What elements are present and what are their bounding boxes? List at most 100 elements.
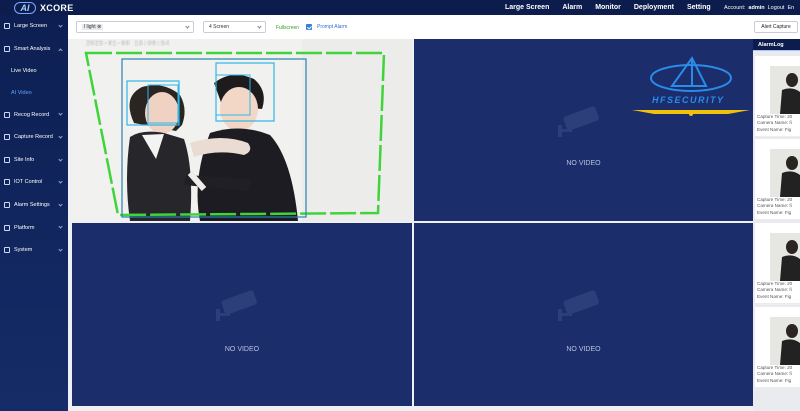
nav-setting[interactable]: Setting <box>687 4 711 11</box>
alarm-log-title: AlarmLog <box>753 39 800 51</box>
top-bar: AI XCORE Large Screen Alarm Monitor Depl… <box>0 0 800 15</box>
alarm-card-meta: Capture Time: 20 Camera Name: fi Event Nam… <box>757 281 792 300</box>
logout-link[interactable]: Logout <box>768 5 785 11</box>
video-toolbar: l light ⊗ 4 Screen Fullscreen Prompt Ala… <box>68 15 800 39</box>
top-nav: Large Screen Alarm Monitor Deployment Se… <box>505 0 724 15</box>
checkbox-icon <box>306 24 312 30</box>
record-icon <box>4 111 10 118</box>
chevron-down-icon <box>58 23 63 28</box>
alarm-card[interactable]: Capture Time: 20 Camera Name: fi Event Nam… <box>755 223 800 303</box>
iot-icon <box>4 179 10 186</box>
chevron-down-icon <box>58 156 63 162</box>
brand-watermark: HFSECURITY <box>632 56 750 118</box>
alarm-card-meta: Capture Time: 20 Camera Name: fi Event Nam… <box>757 365 792 384</box>
event-name: Event Name: Fig <box>757 209 792 215</box>
chevron-down-icon <box>58 224 63 229</box>
chevron-down-icon <box>58 111 63 116</box>
camera-name: Camera Name: fi <box>757 371 792 377</box>
sidebar-item-platform[interactable]: Platform <box>0 216 68 239</box>
sidebar-item-label: Capture Record <box>14 134 53 141</box>
chevron-down-icon <box>257 24 262 29</box>
sidebar: Large Screen Smart Analysis Live Video A… <box>0 15 68 411</box>
app-logo[interactable]: AI XCORE <box>0 1 120 14</box>
camera-name: Camera Name: fi <box>757 287 792 293</box>
camera-select[interactable]: l light ⊗ <box>76 21 194 33</box>
video-frame <box>72 39 412 221</box>
sidebar-item-label: Recog Record <box>14 111 50 118</box>
nav-deployment[interactable]: Deployment <box>634 4 674 11</box>
account-user[interactable]: admin <box>748 5 764 11</box>
alarm-icon <box>4 202 10 209</box>
sidebar-item-large-screen[interactable]: Large Screen <box>0 15 68 38</box>
platform-icon <box>4 224 10 231</box>
sidebar-item-smart-analysis[interactable]: Smart Analysis <box>0 38 68 61</box>
nav-large-screen[interactable]: Large Screen <box>505 4 549 11</box>
sidebar-item-capture-record[interactable]: Capture Record <box>0 126 68 149</box>
sidebar-item-alarm-settings[interactable]: Alarm Settings <box>0 194 68 217</box>
sidebar-item-label: Large Screen <box>14 23 48 30</box>
prompt-alarm-label: Prompt Alarm <box>317 24 348 30</box>
alarm-card-meta: Capture Time: 20 Camera Name: fi Event Nam… <box>757 197 792 216</box>
alarm-thumbnail <box>770 66 800 114</box>
capture-icon <box>4 134 10 141</box>
no-video-label: NO VIDEO <box>566 160 601 167</box>
chevron-down-icon <box>58 179 63 184</box>
video-cell-4[interactable]: NO VIDEO <box>414 223 753 406</box>
camera-name: Camera Name: fi <box>757 203 792 209</box>
alarm-card[interactable]: Capture Time: 20 Camera Name: fi Event Nam… <box>755 139 800 219</box>
logo-badge: AI <box>14 1 36 14</box>
sidebar-subitem-live-video[interactable]: Live Video <box>0 60 68 82</box>
chevron-down-icon <box>58 202 63 207</box>
chevron-down-icon <box>185 24 190 29</box>
alarm-thumbnail <box>770 233 800 281</box>
sidebar-item-label: Platform <box>14 224 35 231</box>
sidebar-item-label: Site Info <box>14 156 35 163</box>
alarm-card[interactable]: Capture Time: 20 Camera Name: fi Event Nam… <box>755 307 800 387</box>
brand-watermark-text: HFSECURITY <box>652 95 725 105</box>
alarm-thumbnail <box>770 317 800 365</box>
nav-alarm[interactable]: Alarm <box>562 4 582 11</box>
no-video-label: NO VIDEO <box>566 346 601 353</box>
camera-name: Camera Name: fi <box>757 120 792 126</box>
camera-icon <box>558 106 599 137</box>
screen-layout-select[interactable]: 4 Screen <box>203 21 266 33</box>
camera-icon <box>216 290 257 321</box>
prompt-alarm-checkbox[interactable]: Prompt Alarm <box>306 24 347 30</box>
account-area: Account: admin Logout En <box>724 0 797 15</box>
gear-icon <box>4 247 10 254</box>
video-cell-3[interactable]: NO VIDEO <box>72 223 412 406</box>
sidebar-item-system[interactable]: System <box>0 239 68 262</box>
chevron-up-icon <box>58 47 63 53</box>
event-name: Event Name: Fig <box>757 126 792 132</box>
chevron-down-icon <box>58 247 63 252</box>
screen-layout-value: 4 Screen <box>209 24 230 30</box>
sidebar-item-label: System <box>14 247 33 254</box>
sidebar-item-recog-record[interactable]: Recog Record <box>0 103 68 126</box>
camera-chip[interactable]: l light ⊗ <box>82 24 104 30</box>
sidebar-item-site-info[interactable]: Site Info <box>0 149 68 172</box>
sidebar-item-label: Smart Analysis <box>14 45 51 52</box>
alarm-log-panel: AlarmLog Capture Time: 20 Camera Name: fi… <box>753 39 800 411</box>
video-timestamp: 2025-01-09 16:09:54 <box>86 40 170 47</box>
shield-icon <box>632 56 750 116</box>
event-name: Event Name: Fig <box>757 293 792 299</box>
site-icon <box>4 156 10 163</box>
event-name: Event Name: Fig <box>757 377 792 383</box>
screen-icon <box>4 23 10 30</box>
logo-text: XCORE <box>40 2 74 13</box>
alarm-card[interactable]: Capture Time: 20 Camera Name: fi Event Nam… <box>755 56 800 136</box>
camera-icon <box>558 290 599 321</box>
video-cell-1[interactable]: 2025-01-09 16:09:54 <box>72 39 412 221</box>
analysis-icon <box>4 45 10 52</box>
alert-capture-button[interactable]: Alert Capture <box>754 21 798 33</box>
sidebar-item-iot-control[interactable]: IOT Control <box>0 171 68 194</box>
fullscreen-button[interactable]: Fullscreen <box>276 25 299 31</box>
language-switch[interactable]: En <box>787 5 794 11</box>
account-label: Account: <box>724 4 746 11</box>
chevron-down-icon <box>58 134 63 139</box>
sidebar-item-label: Alarm Settings <box>14 202 50 209</box>
nav-monitor[interactable]: Monitor <box>595 4 621 11</box>
camera-chip-label: l light <box>84 24 96 30</box>
alarm-card-meta: Capture Time: 20 Camera Name: fi Event Nam… <box>757 114 792 133</box>
sidebar-subitem-ai-video[interactable]: AI Video <box>0 82 68 104</box>
